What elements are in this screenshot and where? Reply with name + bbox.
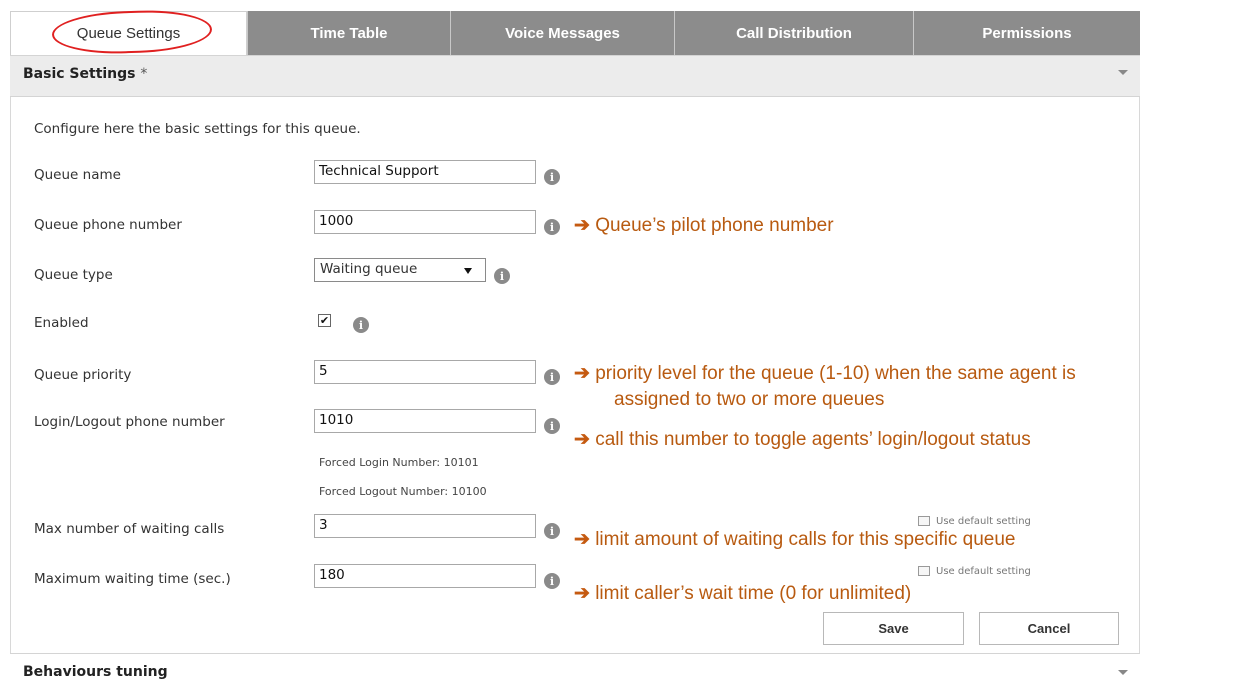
basic-settings-header[interactable]: Basic Settings *: [10, 55, 1140, 97]
tab-bar: Queue Settings Time Table Voice Messages…: [10, 11, 1140, 55]
use-default-label: Use default setting: [936, 516, 1031, 526]
cancel-button[interactable]: Cancel: [979, 612, 1119, 645]
annotation-priority-cont: assigned to two or more queues: [614, 389, 885, 410]
save-button[interactable]: Save: [823, 612, 964, 645]
section-title: Behaviours tuning: [23, 664, 168, 680]
priority-input[interactable]: 5: [314, 360, 536, 384]
info-icon[interactable]: i: [544, 219, 560, 235]
queue-phone-input[interactable]: 1000: [314, 210, 536, 234]
enabled-label: Enabled: [34, 315, 89, 331]
tab-permissions[interactable]: Permissions: [913, 11, 1140, 55]
behaviours-header[interactable]: Behaviours tuning: [10, 653, 1140, 689]
queue-phone-label: Queue phone number: [34, 217, 182, 233]
use-default-label: Use default setting: [936, 566, 1031, 576]
tab-call-distribution[interactable]: Call Distribution: [674, 11, 913, 55]
tab-queue-settings[interactable]: Queue Settings: [10, 11, 247, 55]
info-icon[interactable]: i: [353, 317, 369, 333]
login-logout-input[interactable]: 1010: [314, 409, 536, 433]
max-time-input[interactable]: 180: [314, 564, 536, 588]
use-default-checkbox[interactable]: [918, 566, 930, 576]
max-calls-input[interactable]: 3: [314, 514, 536, 538]
annotation-priority: ➔ priority level for the queue (1-10) wh…: [574, 363, 1076, 384]
info-icon[interactable]: i: [544, 523, 560, 539]
queue-name-label: Queue name: [34, 167, 121, 183]
annotation-wait-time: ➔ limit caller’s wait time (0 for unlimi…: [574, 583, 912, 604]
info-icon[interactable]: i: [494, 268, 510, 284]
chevron-down-icon: [1118, 70, 1128, 75]
max-time-label: Maximum waiting time (sec.): [34, 571, 231, 587]
enabled-checkbox[interactable]: ✔: [318, 314, 331, 327]
chevron-down-icon: [1118, 670, 1128, 675]
annotation-phone-number: ➔ Queue’s pilot phone number: [574, 215, 834, 236]
info-icon[interactable]: i: [544, 169, 560, 185]
login-logout-label: Login/Logout phone number: [34, 414, 225, 430]
annotation-max-calls: ➔ limit amount of waiting calls for this…: [574, 529, 1016, 550]
section-title: Basic Settings *: [23, 66, 148, 82]
chevron-down-icon: [464, 268, 472, 274]
intro-text: Configure here the basic settings for th…: [34, 121, 361, 137]
info-icon[interactable]: i: [544, 573, 560, 589]
queue-name-input[interactable]: Technical Support: [314, 160, 536, 184]
annotation-login-logout: ➔ call this number to toggle agents’ log…: [574, 429, 1031, 450]
max-calls-label: Max number of waiting calls: [34, 521, 225, 537]
forced-logout-number: Forced Logout Number: 10100: [319, 485, 487, 498]
tab-time-table[interactable]: Time Table: [247, 11, 450, 55]
info-icon[interactable]: i: [544, 418, 560, 434]
queue-type-select[interactable]: Waiting queue: [314, 258, 486, 282]
priority-label: Queue priority: [34, 367, 132, 383]
forced-login-number: Forced Login Number: 10101: [319, 456, 479, 469]
tab-voice-messages[interactable]: Voice Messages: [450, 11, 674, 55]
use-default-checkbox[interactable]: [918, 516, 930, 526]
info-icon[interactable]: i: [544, 369, 560, 385]
queue-type-label: Queue type: [34, 267, 113, 283]
